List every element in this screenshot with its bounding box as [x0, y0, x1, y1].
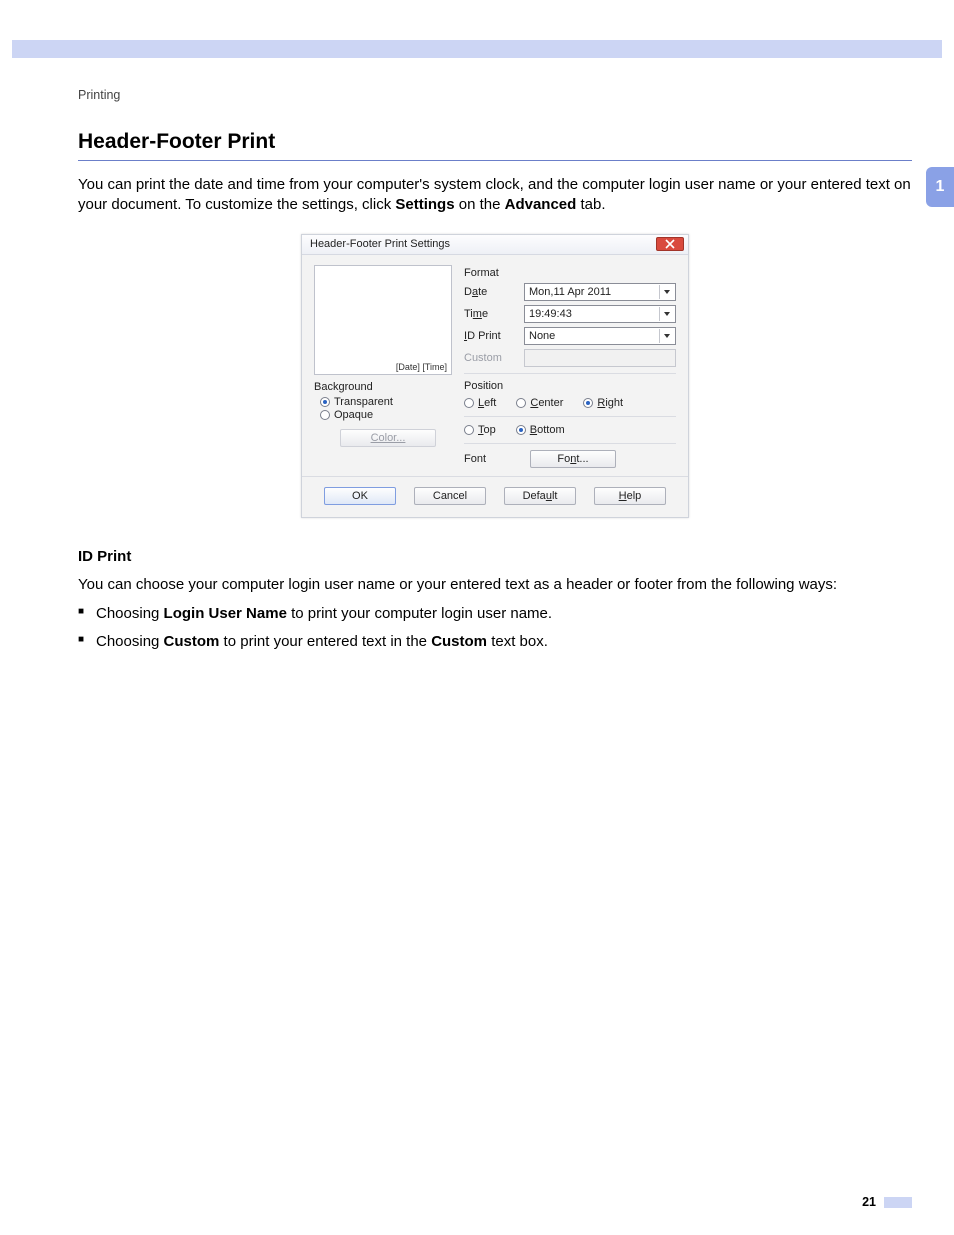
intro-text: tab. [576, 196, 605, 213]
radio-icon [583, 398, 593, 408]
id-print-heading: ID Print [78, 548, 912, 565]
radio-label: Opaque [334, 409, 373, 421]
cancel-button[interactable]: Cancel [414, 487, 486, 505]
preview-text: [Date] [Time] [396, 362, 447, 372]
font-label: Font [464, 453, 504, 465]
radio-bottom[interactable]: Bottom [516, 424, 565, 436]
breadcrumb: Printing [78, 88, 912, 102]
bullet-text: Choosing [96, 633, 164, 650]
radio-right[interactable]: Right [583, 397, 623, 409]
bullet-text: Choosing [96, 605, 164, 622]
radio-icon [464, 425, 474, 435]
radio-label: Center [530, 397, 563, 409]
font-button[interactable]: Font... [530, 450, 616, 468]
date-value: Mon,11 Apr 2011 [529, 286, 611, 298]
intro-bold-settings: Settings [395, 196, 454, 213]
radio-label: Bottom [530, 424, 565, 436]
custom-label: Custom [464, 352, 524, 364]
radio-icon [320, 397, 330, 407]
page-title: Header-Footer Print [78, 130, 912, 154]
intro-text: on the [455, 196, 505, 213]
idprint-label: ID Print [464, 330, 524, 342]
chevron-down-icon [659, 285, 673, 299]
date-label: Date [464, 286, 524, 298]
position-heading: Position [464, 380, 676, 392]
close-button[interactable] [656, 237, 684, 251]
ok-button[interactable]: OK [324, 487, 396, 505]
radio-label: Left [478, 397, 496, 409]
default-button[interactable]: Default [504, 487, 576, 505]
page-number: 21 [862, 1195, 876, 1209]
radio-icon [464, 398, 474, 408]
radio-icon [320, 410, 330, 420]
bullet-bold: Custom [164, 633, 220, 650]
header-strip [12, 40, 942, 58]
intro-paragraph: You can print the date and time from you… [78, 175, 912, 216]
chevron-down-icon [659, 307, 673, 321]
help-button[interactable]: Help [594, 487, 666, 505]
radio-transparent[interactable]: Transparent [320, 396, 454, 408]
dialog-titlebar: Header-Footer Print Settings [302, 235, 688, 255]
bullet-text: text box. [487, 633, 548, 650]
radio-label: Transparent [334, 396, 393, 408]
radio-icon [516, 398, 526, 408]
font-button-label: Font... [557, 453, 588, 465]
radio-left[interactable]: Left [464, 397, 496, 409]
radio-opaque[interactable]: Opaque [320, 409, 454, 421]
radio-top[interactable]: Top [464, 424, 496, 436]
chevron-down-icon [659, 329, 673, 343]
background-heading: Background [314, 381, 454, 393]
radio-label: Top [478, 424, 496, 436]
format-heading: Format [464, 267, 676, 279]
list-item: Choosing Login User Name to print your c… [78, 603, 912, 626]
bullet-bold: Login User Name [164, 605, 287, 622]
footer-swatch [884, 1197, 912, 1208]
color-button[interactable]: Color... [340, 429, 436, 447]
date-select[interactable]: Mon,11 Apr 2011 [524, 283, 676, 301]
time-label: Time [464, 308, 524, 320]
radio-label: Right [597, 397, 623, 409]
idprint-value: None [529, 330, 555, 342]
preview-area: [Date] [Time] [314, 265, 452, 375]
custom-input[interactable] [524, 349, 676, 367]
radio-center[interactable]: Center [516, 397, 563, 409]
list-item: Choosing Custom to print your entered te… [78, 631, 912, 654]
intro-bold-advanced: Advanced [505, 196, 577, 213]
radio-icon [516, 425, 526, 435]
bullet-text: to print your entered text in the [219, 633, 431, 650]
idprint-select[interactable]: None [524, 327, 676, 345]
time-value: 19:49:43 [529, 308, 572, 320]
bullet-text: to print your computer login user name. [287, 605, 552, 622]
bullet-bold: Custom [431, 633, 487, 650]
time-select[interactable]: 19:49:43 [524, 305, 676, 323]
dialog-title-text: Header-Footer Print Settings [310, 238, 450, 250]
close-icon [665, 239, 675, 249]
color-button-label: Color... [371, 432, 406, 444]
header-footer-dialog: Header-Footer Print Settings [Date] [Tim… [301, 234, 689, 518]
title-rule [78, 160, 912, 161]
id-print-paragraph: You can choose your computer login user … [78, 575, 912, 595]
